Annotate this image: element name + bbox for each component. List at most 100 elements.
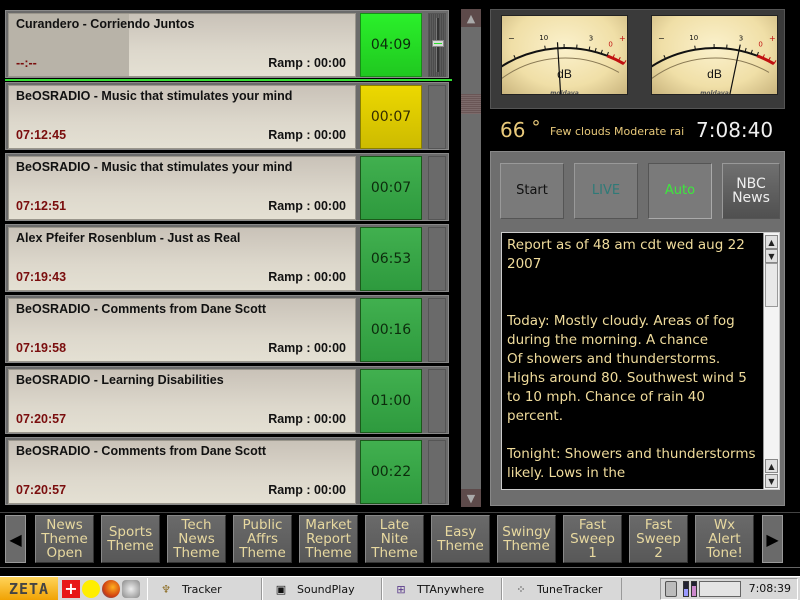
- theme-button[interactable]: Tech News Theme: [167, 515, 226, 563]
- taskbar-clock[interactable]: 7:08:39: [749, 582, 791, 595]
- report-scroll-down-button[interactable]: ▼: [765, 249, 778, 263]
- system-tray: 7:08:39: [660, 578, 798, 600]
- slot-fader[interactable]: [428, 13, 446, 77]
- speaker-icon[interactable]: [665, 581, 677, 597]
- theme-button[interactable]: Sports Theme: [101, 515, 160, 563]
- scroll-down-button[interactable]: ▼: [461, 489, 481, 507]
- playlist-slot[interactable]: Alex Pfeifer Rosenblum - Just as Real 07:…: [5, 224, 449, 292]
- slot-start-time: 07:19:58: [16, 341, 67, 355]
- scroll-thumb[interactable]: [461, 94, 481, 114]
- weather-report-text: Report as of 48 am cdt wed aug 22 2007 T…: [507, 237, 756, 481]
- slot-duration-button[interactable]: 00:22: [360, 440, 422, 504]
- report-scroll-up-button[interactable]: ▲: [765, 235, 778, 249]
- fader-knob[interactable]: [432, 40, 444, 47]
- report-scroll-down-button-bottom[interactable]: ▼: [765, 474, 778, 488]
- report-scrollbar[interactable]: ▲ ▼ ▲ ▼: [763, 233, 779, 489]
- theme-button[interactable]: Fast Sweep 2: [629, 515, 688, 563]
- playlist-scrollbar[interactable]: ▲ ▼: [461, 9, 481, 507]
- theme-button[interactable]: Market Report Theme: [299, 515, 358, 563]
- theme-button[interactable]: Wx Alert Tone!: [695, 515, 754, 563]
- slot-title: BeOSRADIO - Music that stimulates your m…: [16, 160, 293, 174]
- slot-info[interactable]: BeOSRADIO - Music that stimulates your m…: [8, 85, 356, 149]
- report-scroll-thumb[interactable]: [765, 263, 778, 307]
- slot-duration-button[interactable]: 00:07: [360, 85, 422, 149]
- plus-icon[interactable]: +: [62, 580, 80, 598]
- vu-meter-left: 2010303−+ dB moldava: [501, 15, 628, 95]
- task-label: TuneTracker: [537, 582, 603, 596]
- main-clock: 7:08:40: [696, 118, 774, 142]
- theme-button[interactable]: Public Affrs Theme: [233, 515, 292, 563]
- task-soundplay[interactable]: ▣ SoundPlay: [262, 578, 382, 600]
- slot-info[interactable]: BeOSRADIO - Comments from Dane Scott 07:1…: [8, 298, 356, 362]
- slot-title: Alex Pfeifer Rosenblum - Just as Real: [16, 231, 241, 245]
- meter-brand: moldava: [550, 90, 579, 95]
- cpu-meter-1: [683, 581, 689, 597]
- slot-fader[interactable]: [428, 440, 446, 504]
- tunetracker-window: Curandero - Corriendo Juntos --:-- Ramp : …: [0, 0, 800, 600]
- playlist-slot[interactable]: BeOSRADIO - Comments from Dane Scott 07:2…: [5, 437, 449, 505]
- tunetracker-icon: ⁘: [516, 582, 526, 596]
- slot-fader[interactable]: [428, 156, 446, 220]
- live-button[interactable]: LIVE: [574, 163, 638, 219]
- task-tunetracker[interactable]: ⁘ TuneTracker: [502, 578, 622, 600]
- playlist-slot[interactable]: BeOSRADIO - Music that stimulates your m…: [5, 82, 449, 150]
- start-button[interactable]: Start: [500, 163, 564, 219]
- slot-duration-button[interactable]: 00:07: [360, 156, 422, 220]
- slot-ramp: Ramp : 00:00: [268, 412, 346, 426]
- meter-minus-sign: −: [658, 34, 665, 43]
- network-icon[interactable]: [122, 580, 140, 598]
- slot-fader[interactable]: [428, 85, 446, 149]
- slot-duration-button[interactable]: 01:00: [360, 369, 422, 433]
- theme-button[interactable]: Late Nite Theme: [365, 515, 424, 563]
- scroll-up-button[interactable]: ▲: [461, 9, 481, 27]
- report-scroll-up-button-bottom[interactable]: ▲: [765, 459, 778, 473]
- theme-button[interactable]: Easy Theme: [431, 515, 490, 563]
- themes-prev-button[interactable]: ◀: [5, 515, 26, 563]
- playlist-slot[interactable]: BeOSRADIO - Comments from Dane Scott 07:1…: [5, 295, 449, 363]
- slot-start-time: 07:12:51: [16, 199, 67, 213]
- ttanywhere-icon: ⊞: [396, 582, 406, 596]
- themes-next-button[interactable]: ▶: [762, 515, 783, 563]
- vu-meter-right: 2010303−+ dB moldava: [651, 15, 778, 95]
- triangle-left-icon: ◀: [9, 529, 22, 549]
- vu-meter-panel: 2010303−+ dB moldava 2010303−+ dB moldav…: [490, 9, 785, 109]
- slot-fader[interactable]: [428, 369, 446, 433]
- meter-brand: moldava: [700, 90, 729, 95]
- chevron-up-icon: ▲: [768, 237, 775, 247]
- triangle-right-icon: ▶: [766, 529, 779, 549]
- triangle-up-icon: ▲: [466, 11, 476, 25]
- slot-duration-button[interactable]: 04:09: [360, 13, 422, 77]
- slot-info[interactable]: BeOSRADIO - Learning Disabilities 07:20:5…: [8, 369, 356, 433]
- slot-info[interactable]: Alex Pfeifer Rosenblum - Just as Real 07:…: [8, 227, 356, 291]
- theme-button[interactable]: News Theme Open: [35, 515, 94, 563]
- slot-duration-button[interactable]: 06:53: [360, 227, 422, 291]
- slot-fader[interactable]: [428, 298, 446, 362]
- firefox-icon[interactable]: [102, 580, 120, 598]
- meter-scale-label: 0: [758, 40, 762, 48]
- slot-duration-button[interactable]: 00:16: [360, 298, 422, 362]
- slot-info[interactable]: Curandero - Corriendo Juntos --:-- Ramp : …: [8, 13, 356, 77]
- playlist-slot[interactable]: Curandero - Corriendo Juntos --:-- Ramp : …: [5, 10, 449, 78]
- task-ttanywhere[interactable]: ⊞ TTAnywhere: [382, 578, 502, 600]
- theme-button[interactable]: Swingy Theme: [497, 515, 556, 563]
- zeta-menu-button[interactable]: ZETA: [0, 577, 58, 600]
- theme-button[interactable]: Fast Sweep 1: [563, 515, 622, 563]
- playlist-slot[interactable]: BeOSRADIO - Learning Disabilities 07:20:5…: [5, 366, 449, 434]
- slot-info[interactable]: BeOSRADIO - Music that stimulates your m…: [8, 156, 356, 220]
- chevron-down-icon: ▼: [768, 476, 775, 486]
- task-tracker[interactable]: ♆ Tracker: [147, 578, 262, 600]
- auto-button[interactable]: Auto: [648, 163, 712, 219]
- task-label: Tracker: [182, 582, 222, 596]
- slot-fader[interactable]: [428, 227, 446, 291]
- slot-ramp: Ramp : 00:00: [268, 483, 346, 497]
- yellow-circle-icon[interactable]: [82, 580, 100, 598]
- nbc-news-button[interactable]: NBC News: [722, 163, 780, 219]
- playlist-slot[interactable]: BeOSRADIO - Music that stimulates your m…: [5, 153, 449, 221]
- slot-start-time: 07:12:45: [16, 128, 67, 142]
- meter-tick: [773, 60, 777, 65]
- slot-info[interactable]: BeOSRADIO - Comments from Dane Scott 07:2…: [8, 440, 356, 504]
- now-playing-divider: [5, 79, 452, 81]
- meter-unit: dB: [707, 67, 722, 81]
- degree-symbol: °: [531, 117, 541, 138]
- meter-tick: [623, 60, 627, 65]
